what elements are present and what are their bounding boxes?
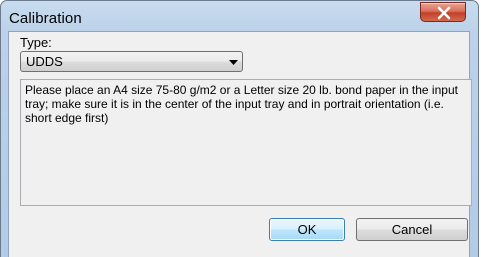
cancel-button[interactable]: Cancel xyxy=(356,218,468,241)
close-button[interactable] xyxy=(420,2,466,22)
close-icon xyxy=(437,6,451,20)
title-bar[interactable]: Calibration xyxy=(1,1,478,31)
ok-button[interactable]: OK xyxy=(269,218,345,241)
type-dropdown[interactable]: UDDS xyxy=(20,51,243,72)
type-dropdown-value: UDDS xyxy=(26,54,63,69)
window-title: Calibration xyxy=(9,10,82,27)
type-label: Type: xyxy=(20,35,52,50)
instructions-box: Please place an A4 size 75-80 g/m2 or a … xyxy=(20,79,472,206)
instructions-text: Please place an A4 size 75-80 g/m2 or a … xyxy=(25,83,458,125)
chevron-down-icon xyxy=(229,60,238,65)
